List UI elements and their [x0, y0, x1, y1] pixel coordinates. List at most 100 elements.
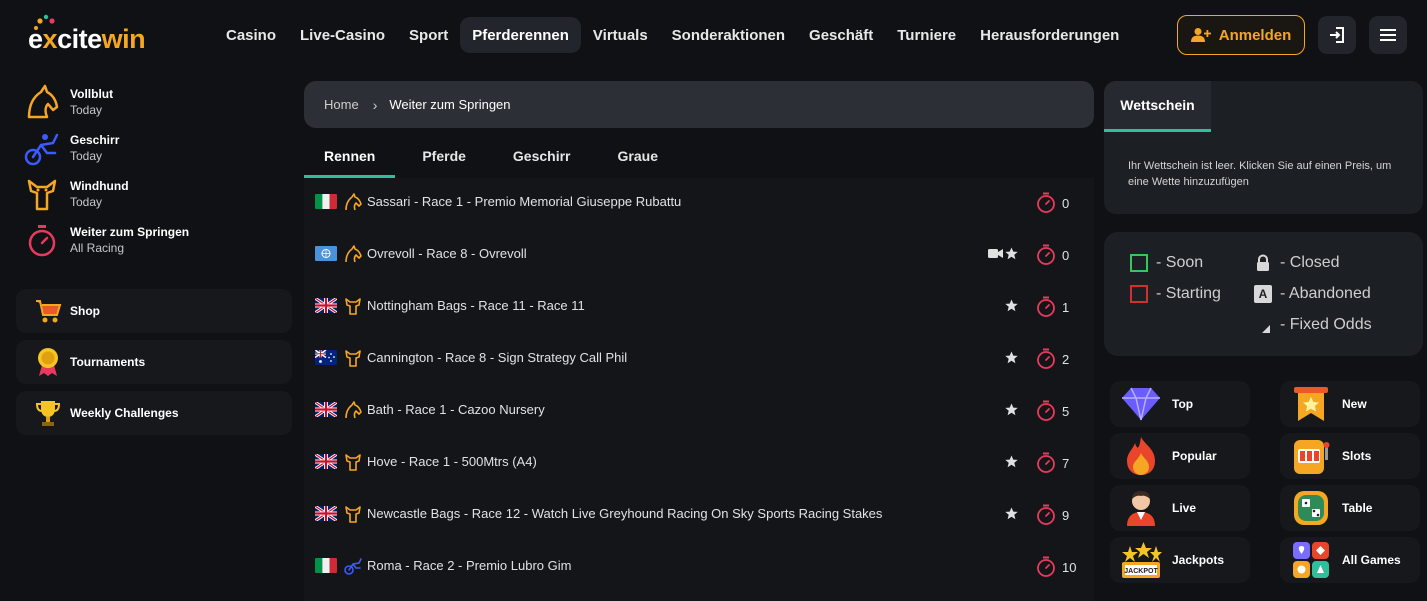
category-windhund[interactable]: Windhund Today [22, 172, 129, 216]
star-icon[interactable] [1005, 403, 1018, 416]
jackpot-icon: JACKPOT [1120, 539, 1162, 581]
menu-button[interactable] [1369, 16, 1407, 54]
greyhound-icon [22, 174, 62, 214]
race-row[interactable]: Nottingham Bags - Race 11 - Race 11 1 [304, 282, 1094, 334]
race-row[interactable]: Sassari - Race 1 - Premio Memorial Giuse… [304, 178, 1094, 230]
category-weiter-zum-springen[interactable]: Weiter zum Springen All Racing [22, 218, 189, 262]
category-title: Weiter zum Springen [70, 224, 190, 239]
race-name: Roma - Race 2 - Premio Lubro Gim [367, 558, 572, 573]
quick-link-all-games[interactable]: All Games [1280, 537, 1420, 583]
category-title: Vollblut [70, 86, 114, 101]
quick-link-label: Popular [1172, 449, 1217, 463]
soon-box-icon [1130, 254, 1148, 272]
tab-graue[interactable]: Graue [598, 140, 678, 178]
tournaments-button[interactable]: Tournaments [16, 340, 292, 384]
quick-link-jackpots[interactable]: JACKPOT Jackpots [1110, 537, 1250, 583]
legend-abandoned-label: - Abandoned [1280, 285, 1371, 302]
logo-text: excitewin [28, 24, 146, 54]
star-icon[interactable] [1005, 299, 1018, 312]
quick-link-popular[interactable]: Popular [1110, 433, 1250, 479]
video-camera-icon[interactable] [988, 248, 1003, 259]
chevron-right-icon: › [372, 96, 378, 113]
category-title: Geschirr [70, 132, 120, 147]
new-ribbon-icon [1290, 383, 1332, 425]
race-row[interactable]: Cannington - Race 8 - Sign Strategy Call… [304, 334, 1094, 386]
hamburger-icon [1380, 29, 1396, 41]
category-vollblut[interactable]: Vollblut Today [22, 80, 113, 124]
tournaments-label: Tournaments [70, 355, 146, 369]
shop-button[interactable]: Shop [16, 289, 292, 333]
race-count: 7 [1062, 456, 1070, 471]
race-row[interactable]: Roma - Race 2 - Premio Lubro Gim 10 [304, 542, 1094, 594]
race-row[interactable]: Hove - Race 1 - 500Mtrs (A4) 7 [304, 438, 1094, 490]
race-list: Sassari - Race 1 - Premio Memorial Giuse… [304, 178, 1094, 601]
nav-turniere[interactable]: Turniere [885, 17, 968, 53]
race-name: Nottingham Bags - Race 11 - Race 11 [367, 298, 585, 313]
flame-icon [1120, 435, 1162, 477]
tab-geschirr[interactable]: Geschirr [493, 140, 591, 178]
header: excitewin Casino Live-Casino Sport Pferd… [0, 0, 1427, 70]
category-sub: Today [70, 148, 103, 163]
weekly-challenges-button[interactable]: Weekly Challenges [16, 391, 292, 435]
category-geschirr[interactable]: Geschirr Today [22, 126, 119, 170]
star-icon[interactable] [1005, 455, 1018, 468]
tab-wettschein[interactable]: Wettschein [1104, 81, 1211, 132]
nav-sport[interactable]: Sport [397, 17, 460, 53]
flag-gb-icon [315, 298, 337, 313]
timer-icon [1037, 452, 1055, 473]
timer-icon [1037, 296, 1055, 317]
star-icon[interactable] [1005, 351, 1018, 364]
category-sub: All Racing [70, 240, 125, 255]
horse-race-icon [345, 245, 362, 263]
nav-live-casino[interactable]: Live-Casino [288, 17, 397, 53]
race-row[interactable]: Newcastle Bags - Race 12 - Watch Live Gr… [304, 490, 1094, 542]
tab-pferde[interactable]: Pferde [402, 140, 486, 178]
quick-link-live[interactable]: Live [1110, 485, 1250, 531]
timer-icon [1037, 400, 1055, 421]
breadcrumb: Home › Weiter zum Springen [304, 81, 1094, 128]
race-row[interactable]: Bath - Race 1 - Cazoo Nursery 5 [304, 386, 1094, 438]
legend-soon-label: - Soon [1156, 254, 1204, 271]
race-tabs: Rennen Pferde Geschirr Graue [304, 140, 685, 178]
horse-race-icon [345, 193, 362, 211]
legend-abandoned: A - Abandoned [1254, 285, 1371, 303]
quick-link-label: Table [1342, 501, 1373, 515]
star-icon[interactable] [1005, 247, 1018, 260]
excitewin-logo[interactable]: excitewin [28, 14, 158, 58]
nav-pferderennen[interactable]: Pferderennen [460, 17, 581, 53]
harness-race-icon [344, 558, 362, 575]
flag-gb-icon [315, 402, 337, 417]
quick-link-table[interactable]: Table [1280, 485, 1420, 531]
nav-casino[interactable]: Casino [214, 17, 288, 53]
breadcrumb-home[interactable]: Home [324, 97, 359, 112]
main-nav: Casino Live-Casino Sport Pferderennen Vi… [214, 17, 1131, 53]
svg-text:JACKPOT: JACKPOT [1124, 568, 1158, 575]
medal-icon [34, 348, 62, 376]
quick-link-slots[interactable]: Slots [1280, 433, 1420, 479]
nav-herausforderungen[interactable]: Herausforderungen [968, 17, 1131, 53]
race-name: Ovrevoll - Race 8 - Ovrevoll [367, 246, 527, 261]
quick-link-label: New [1342, 397, 1367, 411]
race-name: Bath - Race 1 - Cazoo Nursery [367, 402, 545, 417]
race-name: Hove - Race 1 - 500Mtrs (A4) [367, 454, 537, 469]
nav-sonderaktionen[interactable]: Sonderaktionen [660, 17, 797, 53]
quick-link-top[interactable]: Top [1110, 381, 1250, 427]
nav-virtuals[interactable]: Virtuals [581, 17, 660, 53]
flag-gb-icon [315, 506, 337, 521]
all-games-grid-icon [1290, 539, 1332, 581]
legend-closed-label: - Closed [1280, 254, 1340, 271]
tab-rennen[interactable]: Rennen [304, 140, 396, 178]
race-row[interactable]: Ovrevoll - Race 8 - Ovrevoll 0 [304, 230, 1094, 282]
login-label: Anmelden [1218, 26, 1292, 44]
race-name: Newcastle Bags - Race 12 - Watch Live Gr… [367, 506, 883, 521]
flag-gb-icon [315, 454, 337, 469]
race-count: 10 [1062, 560, 1077, 575]
star-icon[interactable] [1005, 507, 1018, 520]
user-plus-icon [1190, 28, 1211, 42]
flag-it-icon [315, 194, 337, 209]
sign-in-button[interactable] [1318, 16, 1356, 54]
login-button[interactable]: Anmelden [1177, 15, 1305, 55]
quick-link-new[interactable]: New [1280, 381, 1420, 427]
nav-geschaeft[interactable]: Geschäft [797, 17, 885, 53]
harness-cart-icon [22, 128, 62, 168]
